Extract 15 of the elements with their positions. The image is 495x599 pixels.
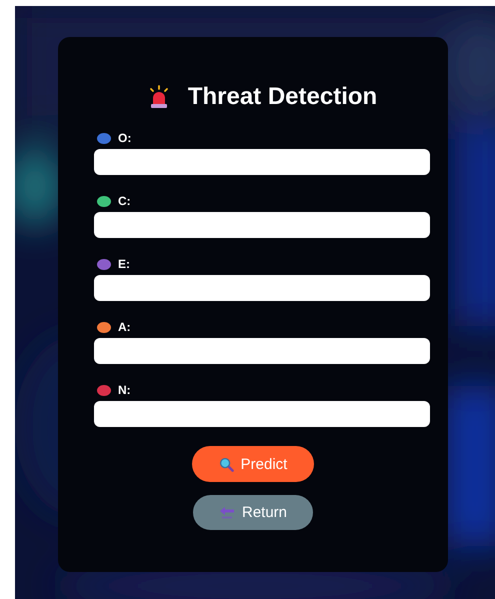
- return-button[interactable]: Return: [193, 495, 313, 530]
- field-label: N:: [118, 383, 131, 397]
- predict-button[interactable]: Predict: [192, 446, 314, 482]
- field-label: E:: [118, 257, 130, 271]
- field-label: C:: [118, 194, 131, 208]
- input-field[interactable]: [94, 149, 430, 175]
- input-field[interactable]: [94, 275, 430, 301]
- input-field[interactable]: [94, 338, 430, 364]
- input-field[interactable]: [94, 401, 430, 427]
- search-icon: [218, 456, 234, 472]
- input-field[interactable]: [94, 212, 430, 238]
- field-label: O:: [118, 131, 132, 145]
- back-arrow-icon: [218, 506, 235, 520]
- form-title: Threat Detection: [188, 83, 378, 111]
- field-label: A:: [118, 320, 131, 334]
